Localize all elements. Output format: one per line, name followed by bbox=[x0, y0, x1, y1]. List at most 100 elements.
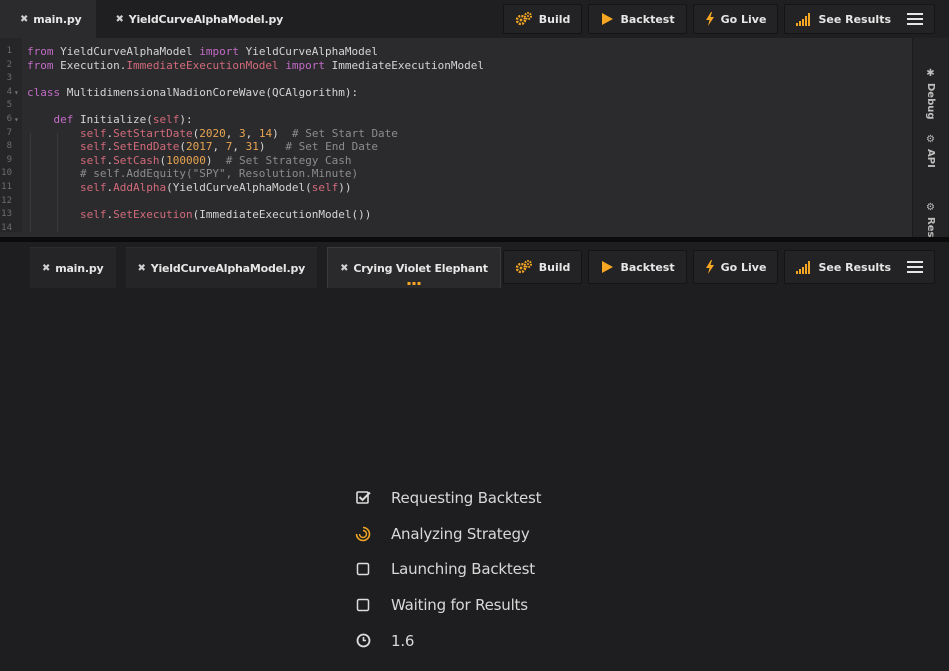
close-icon[interactable]: ✖ bbox=[20, 14, 28, 25]
play-icon bbox=[602, 13, 614, 25]
fold-arrow-icon[interactable]: ▾ bbox=[14, 113, 19, 127]
tab-label: YieldCurveAlphaModel.py bbox=[150, 261, 306, 275]
code-text: self.SetStartDate(2020, 3, 14) # Set Sta… bbox=[79, 126, 398, 140]
backtest-label: Backtest bbox=[620, 12, 675, 26]
code-text: self.SetCash(100000) # Set Strategy Cash bbox=[79, 153, 352, 167]
go-live-label: Go Live bbox=[720, 260, 767, 274]
see-results-button[interactable]: See Results bbox=[784, 250, 935, 284]
code-line[interactable]: 1 from YieldCurveAlphaModel import YieldC… bbox=[0, 45, 912, 59]
spinner-icon bbox=[355, 526, 371, 542]
line-number: 3 bbox=[6, 73, 12, 84]
code-line[interactable]: 10 # self.AddEquity("SPY", Resolution.Mi… bbox=[0, 167, 912, 181]
code-text: self.SetEndDate(2017, 7, 31) # Set End D… bbox=[79, 140, 379, 154]
bottom-panel: ✖ main.py ✖ YieldCurveAlphaModel.py ✖ Cr… bbox=[0, 242, 949, 671]
top-toolbar: Build Backtest Go Live See Results bbox=[502, 0, 949, 38]
line-number: 11 bbox=[1, 182, 12, 192]
status-label: Launching Backtest bbox=[391, 560, 535, 579]
side-tab-res[interactable]: ⚙ Res bbox=[925, 202, 936, 237]
see-results-button[interactable]: See Results bbox=[784, 4, 935, 34]
gears-icon bbox=[515, 260, 532, 274]
status-row-waiting-for-results: Waiting for Results bbox=[355, 587, 655, 623]
hamburger-menu-icon[interactable] bbox=[907, 13, 923, 25]
code-line[interactable]: 12 bbox=[0, 195, 912, 209]
build-label: Build bbox=[538, 12, 571, 26]
code-text: from Execution.ImmediateExecutionModel i… bbox=[27, 58, 485, 72]
lightning-icon bbox=[705, 12, 714, 26]
code-line[interactable]: 13 self.SetExecution(ImmediateExecutionM… bbox=[0, 208, 912, 222]
close-icon[interactable]: ✖ bbox=[116, 14, 124, 25]
signal-bars-icon bbox=[796, 260, 811, 274]
close-icon[interactable]: ✖ bbox=[138, 263, 146, 274]
elapsed-time-value: 1.6 bbox=[391, 631, 415, 650]
line-number: 1 bbox=[6, 46, 12, 56]
gear-icon: ⚙ bbox=[925, 134, 936, 145]
go-live-button[interactable]: Go Live bbox=[692, 4, 779, 34]
status-row-launching-backtest: Launching Backtest bbox=[355, 551, 655, 587]
code-line[interactable]: 2 from Execution.ImmediateExecutionModel … bbox=[0, 59, 912, 73]
bug-icon: ✱ bbox=[925, 68, 936, 79]
status-row-analyzing-strategy: Analyzing Strategy bbox=[355, 516, 655, 552]
build-button[interactable]: Build bbox=[502, 250, 583, 284]
tab-backtest-crying-violet-elephant[interactable]: ✖ Crying Violet Elephant bbox=[327, 247, 501, 288]
tab-label: main.py bbox=[55, 261, 104, 275]
play-icon bbox=[602, 261, 614, 273]
side-tab-debug[interactable]: ✱ Debug bbox=[925, 68, 936, 120]
code-line[interactable]: 9 self.SetCash(100000) # Set Strategy Ca… bbox=[0, 154, 912, 168]
line-number: 13 bbox=[1, 209, 12, 220]
tab-yieldcurve-alpha-model[interactable]: ✖ YieldCurveAlphaModel.py bbox=[125, 247, 318, 288]
code-line[interactable]: 3 bbox=[0, 72, 912, 86]
status-label: Requesting Backtest bbox=[391, 488, 542, 507]
see-results-label: See Results bbox=[818, 260, 891, 274]
close-icon[interactable]: ✖ bbox=[340, 263, 348, 274]
clock-icon bbox=[355, 633, 371, 649]
checked-checkbox-icon bbox=[355, 490, 371, 506]
line-number: 10 bbox=[1, 168, 12, 179]
code-text: self.AddAlpha(YieldCurveAlphaModel(self)… bbox=[79, 181, 352, 194]
right-side-panel: ✱ Debug ⚙ API ⚙ Res bbox=[912, 38, 949, 237]
go-live-button[interactable]: Go Live bbox=[692, 250, 779, 284]
code-line[interactable]: 11 self.AddAlpha(YieldCurveAlphaModel(se… bbox=[0, 181, 912, 195]
status-row-elapsed-time: 1.6 bbox=[355, 623, 655, 659]
go-live-label: Go Live bbox=[720, 12, 767, 26]
top-editor-panel: ✖ main.py ✖ YieldCurveAlphaModel.py Buil… bbox=[0, 0, 949, 237]
backtest-button[interactable]: Backtest bbox=[588, 4, 687, 34]
tab-label: Crying Violet Elephant bbox=[353, 261, 488, 275]
line-number: 2 bbox=[6, 59, 12, 70]
lightning-icon bbox=[705, 260, 714, 274]
side-tab-label: Res bbox=[925, 217, 936, 238]
fold-arrow-icon[interactable]: ▾ bbox=[14, 86, 19, 100]
side-tab-api[interactable]: ⚙ API bbox=[925, 134, 936, 168]
code-text: # self.AddEquity("SPY", Resolution.Minut… bbox=[79, 167, 359, 181]
hamburger-menu-icon[interactable] bbox=[907, 261, 923, 273]
code-text: class MultidimensionalNadionCoreWave(QCA… bbox=[27, 85, 359, 99]
code-editor[interactable]: 1 from YieldCurveAlphaModel import YieldC… bbox=[0, 38, 912, 237]
side-tab-label: API bbox=[925, 149, 936, 168]
tab-main-py[interactable]: ✖ main.py bbox=[30, 247, 116, 288]
bottom-toolbar: Build Backtest Go Live See Results bbox=[502, 249, 949, 285]
code-line[interactable]: 6 ▾ def Initialize(self): bbox=[0, 113, 912, 127]
code-line[interactable]: 5 bbox=[0, 99, 912, 113]
tab-label: YieldCurveAlphaModel.py bbox=[128, 12, 284, 26]
backtest-button[interactable]: Backtest bbox=[588, 250, 687, 284]
empty-checkbox-icon bbox=[355, 597, 371, 613]
code-text: def Initialize(self): bbox=[53, 113, 193, 126]
line-number: 7 bbox=[6, 127, 12, 138]
side-tab-label: Debug bbox=[925, 83, 936, 120]
build-button[interactable]: Build bbox=[502, 4, 583, 34]
line-number: 12 bbox=[1, 195, 12, 206]
tab-main-py[interactable]: ✖ main.py bbox=[0, 0, 96, 38]
code-line[interactable]: 4 ▾ class MultidimensionalNadionCoreWave(Q… bbox=[0, 86, 912, 100]
gears-icon bbox=[515, 12, 532, 26]
close-icon[interactable]: ✖ bbox=[42, 263, 50, 274]
code-line[interactable]: 7 self.SetStartDate(2020, 3, 14) # Set S… bbox=[0, 127, 912, 141]
signal-bars-icon bbox=[796, 12, 811, 26]
tab-yieldcurve-alpha-model[interactable]: ✖ YieldCurveAlphaModel.py bbox=[95, 0, 298, 38]
see-results-label: See Results bbox=[818, 12, 891, 26]
status-label: Waiting for Results bbox=[391, 595, 528, 614]
tab-label: main.py bbox=[33, 12, 82, 26]
line-number: 6 bbox=[6, 114, 12, 124]
line-number: 4 bbox=[6, 86, 12, 97]
backtest-label: Backtest bbox=[620, 260, 675, 274]
loading-dots-icon bbox=[407, 282, 421, 285]
code-line[interactable]: 8 self.SetEndDate(2017, 7, 31) # Set End… bbox=[0, 140, 912, 154]
